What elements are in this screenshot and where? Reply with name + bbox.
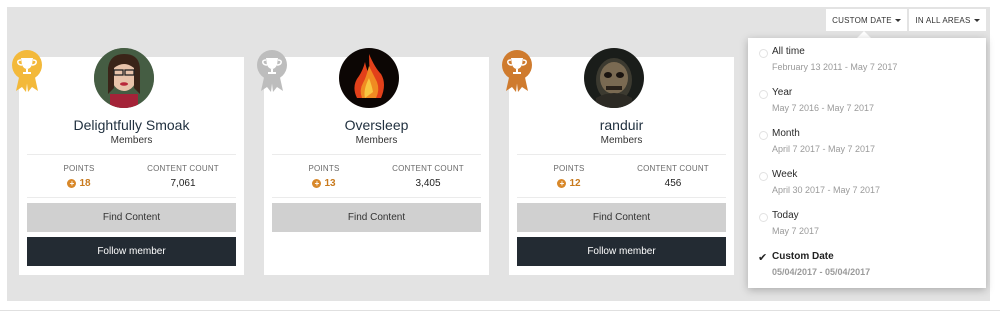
member-group: Members [110, 135, 153, 146]
bronze-rank-badge-icon [502, 50, 532, 92]
option-title: Month [772, 128, 800, 139]
points-label: POINTS [63, 164, 95, 173]
radio-icon [759, 90, 768, 99]
radio-icon [759, 172, 768, 181]
content-count-value: 456 [664, 178, 682, 189]
option-range: May 7 2016 - May 7 2017 [772, 103, 875, 113]
points-label: POINTS [553, 164, 585, 173]
checkmark-icon: ✔ [758, 252, 768, 264]
gold-rank-badge-icon [12, 50, 42, 92]
option-range: February 13 2011 - May 7 2017 [772, 62, 898, 72]
find-content-button[interactable]: Find Content [272, 203, 481, 232]
member-name[interactable]: randuir [509, 117, 734, 133]
points-stat: POINTS +13 [274, 155, 374, 197]
date-option-week[interactable]: Week April 30 2017 - May 7 2017 [748, 161, 986, 201]
date-option-all-time[interactable]: All time February 13 2011 - May 7 2017 [748, 38, 986, 78]
plus-circle-icon: + [312, 179, 322, 188]
member-stats: POINTS +18 CONTENT COUNT 7,061 [27, 154, 236, 198]
area-filter-button[interactable]: IN ALL AREAS [909, 9, 986, 31]
member-group: Members [355, 135, 398, 146]
option-title: All time [772, 46, 805, 57]
points-value: 12 [569, 178, 581, 189]
member-card-3: randuir Members POINTS +12 CONTENT COUNT… [509, 48, 734, 275]
content-count-label: CONTENT COUNT [147, 164, 219, 173]
option-title: Today [772, 210, 799, 221]
member-card-1: Delightfully Smoak Members POINTS +18 CO… [19, 48, 244, 275]
member-name[interactable]: Delightfully Smoak [19, 117, 244, 133]
custom-date-filter-label: CUSTOM DATE [832, 15, 892, 25]
radio-icon [759, 131, 768, 140]
option-title: Week [772, 169, 798, 180]
content-count-label: CONTENT COUNT [637, 164, 709, 173]
radio-icon [759, 49, 768, 58]
content-count-label: CONTENT COUNT [392, 164, 464, 173]
points-value: 13 [324, 178, 336, 189]
divider [0, 310, 1000, 311]
avatar[interactable] [584, 48, 644, 108]
option-range: April 30 2017 - May 7 2017 [772, 185, 881, 195]
date-option-custom-date[interactable]: ✔ Custom Date 05/04/2017 - 05/04/2017 [748, 243, 986, 283]
points-label: POINTS [308, 164, 340, 173]
follow-member-button[interactable]: Follow member [27, 237, 236, 266]
avatar[interactable] [339, 48, 399, 108]
radio-icon [759, 213, 768, 222]
caret-down-icon [894, 18, 901, 22]
option-range: 05/04/2017 - 05/04/2017 [772, 267, 871, 277]
date-range-dropdown: All time February 13 2011 - May 7 2017 Y… [748, 38, 986, 288]
member-stats: POINTS +13 CONTENT COUNT 3,405 [272, 154, 481, 198]
member-stats: POINTS +12 CONTENT COUNT 456 [517, 154, 726, 198]
date-option-month[interactable]: Month April 7 2017 - May 7 2017 [748, 120, 986, 160]
find-content-button[interactable]: Find Content [27, 203, 236, 232]
option-range: April 7 2017 - May 7 2017 [772, 144, 876, 154]
member-card-2: Oversleep Members POINTS +13 CONTENT COU… [264, 48, 489, 275]
plus-circle-icon: + [67, 179, 77, 188]
date-option-year[interactable]: Year May 7 2016 - May 7 2017 [748, 79, 986, 119]
option-title: Year [772, 87, 793, 98]
content-count-stat: CONTENT COUNT 3,405 [378, 155, 478, 197]
member-group: Members [600, 135, 643, 146]
date-option-today[interactable]: Today May 7 2017 [748, 202, 986, 242]
caret-down-icon [973, 18, 980, 22]
avatar[interactable] [94, 48, 154, 108]
option-range: May 7 2017 [772, 226, 820, 236]
points-value: 18 [79, 178, 91, 189]
content-count-stat: CONTENT COUNT 456 [623, 155, 723, 197]
member-name[interactable]: Oversleep [264, 117, 489, 133]
area-filter-label: IN ALL AREAS [915, 15, 971, 25]
find-content-button[interactable]: Find Content [517, 203, 726, 232]
custom-date-filter-button[interactable]: CUSTOM DATE [826, 9, 907, 31]
content-count-value: 3,405 [415, 178, 441, 189]
points-stat: POINTS +18 [29, 155, 129, 197]
content-count-stat: CONTENT COUNT 7,061 [133, 155, 233, 197]
plus-circle-icon: + [557, 179, 567, 188]
follow-member-button[interactable]: Follow member [517, 237, 726, 266]
points-stat: POINTS +12 [519, 155, 619, 197]
option-title: Custom Date [772, 251, 834, 262]
silver-rank-badge-icon [257, 50, 287, 92]
content-count-value: 7,061 [170, 178, 196, 189]
